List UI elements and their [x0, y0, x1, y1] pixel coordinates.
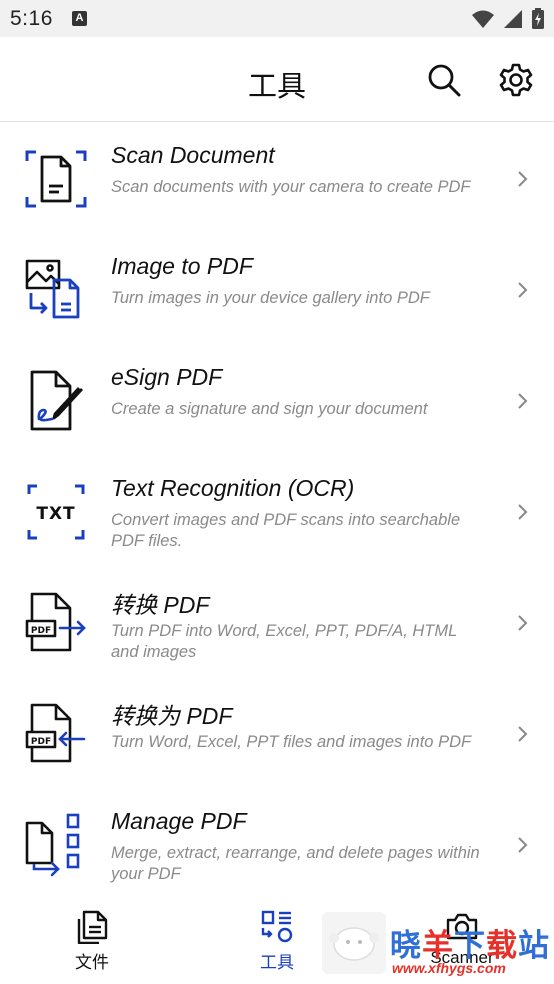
tool-description: Turn images in your device gallery into …	[111, 289, 430, 307]
tool-item-esign-pdf[interactable]: eSign PDF Create a signature and sign yo…	[0, 345, 554, 456]
chevron-right-icon	[518, 282, 528, 298]
tool-description: Scan documents with your camera to creat…	[111, 178, 471, 196]
chevron-right-icon	[518, 837, 528, 853]
svg-text:PDF: PDF	[31, 626, 51, 636]
watermark: 晓羊下载站 www.xfhygs.com	[320, 910, 554, 984]
chevron-right-icon	[518, 504, 528, 520]
svg-text:PDF: PDF	[31, 737, 51, 747]
gear-icon	[499, 63, 533, 97]
tool-description: Create a signature and sign your documen…	[111, 400, 428, 418]
nav-item-tools[interactable]: 工具	[232, 910, 322, 973]
sheep-logo-icon	[322, 912, 386, 974]
tool-title: Manage PDF	[111, 808, 247, 834]
watermark-text-blue: 晓	[390, 928, 422, 964]
tool-description: Convert images and PDF scans into search…	[111, 511, 461, 550]
watermark-text-blue: 站	[518, 928, 550, 964]
chevron-right-icon	[518, 393, 528, 409]
watermark-text-red: 载	[486, 928, 518, 964]
tool-title: 转换为 PDF	[111, 703, 233, 729]
app-bar: 工具	[0, 37, 554, 122]
tool-item-text-recognition[interactable]: TXT Text Recognition (OCR) Convert image…	[0, 456, 554, 567]
page-title: 工具	[247, 71, 306, 103]
tool-title: eSign PDF	[111, 364, 223, 390]
chevron-right-icon	[518, 171, 528, 187]
scan-document-icon	[25, 150, 87, 208]
file-icon	[77, 910, 108, 944]
tool-title: Image to PDF	[111, 253, 253, 279]
watermark-text: 晓羊下载站	[390, 920, 550, 965]
tool-item-image-to-pdf[interactable]: Image to PDF Turn images in your device …	[0, 234, 554, 345]
tool-title: 转换 PDF	[111, 592, 210, 618]
esign-icon	[30, 370, 84, 431]
watermark-url: www.xfhygs.com	[392, 960, 506, 976]
status-bar: 5:16 A	[0, 0, 554, 37]
chevron-right-icon	[518, 726, 528, 742]
chevron-right-icon	[518, 615, 528, 631]
nav-label-tools: 工具	[260, 953, 294, 972]
settings-button[interactable]	[497, 61, 535, 99]
image-to-pdf-icon	[25, 259, 80, 319]
tool-description: Turn PDF into Word, Excel, PPT, PDF/A, H…	[111, 622, 457, 661]
tool-item-convert-pdf[interactable]: PDF 转换 PDF Turn PDF into Word, Excel, PP…	[0, 567, 554, 678]
tool-list: Scan Document Scan documents with your c…	[0, 123, 554, 900]
tool-item-convert-to-pdf[interactable]: PDF 转换为 PDF Turn Word, Excel, PPT files …	[0, 678, 554, 789]
tool-item-scan-document[interactable]: Scan Document Scan documents with your c…	[0, 123, 554, 234]
cell-signal-icon	[504, 9, 522, 28]
notification-icon: A	[72, 11, 87, 26]
battery-icon	[532, 8, 544, 29]
watermark-text-blue: 下	[454, 928, 486, 964]
tool-item-manage-pdf[interactable]: Manage PDF Merge, extract, rearrange, an…	[0, 789, 554, 900]
convert-to-pdf-icon: PDF	[25, 703, 86, 763]
status-time: 5:16	[10, 7, 53, 30]
ocr-icon: TXT	[27, 484, 85, 540]
tool-title: Scan Document	[111, 142, 275, 168]
tool-title: Text Recognition (OCR)	[111, 475, 355, 501]
wifi-icon	[472, 10, 494, 28]
tool-description: Merge, extract, rearrange, and delete pa…	[111, 844, 480, 883]
convert-from-pdf-icon: PDF	[25, 592, 86, 652]
manage-pdf-icon	[25, 813, 80, 877]
nav-item-files[interactable]: 文件	[47, 910, 137, 973]
nav-label-files: 文件	[75, 953, 109, 972]
tools-icon	[261, 910, 293, 943]
status-icons	[472, 8, 544, 29]
tool-description: Turn Word, Excel, PPT files and images i…	[111, 733, 472, 751]
search-icon	[428, 64, 461, 97]
svg-text:TXT: TXT	[36, 504, 75, 524]
search-button[interactable]	[425, 61, 463, 99]
watermark-text-red: 羊	[422, 928, 454, 964]
